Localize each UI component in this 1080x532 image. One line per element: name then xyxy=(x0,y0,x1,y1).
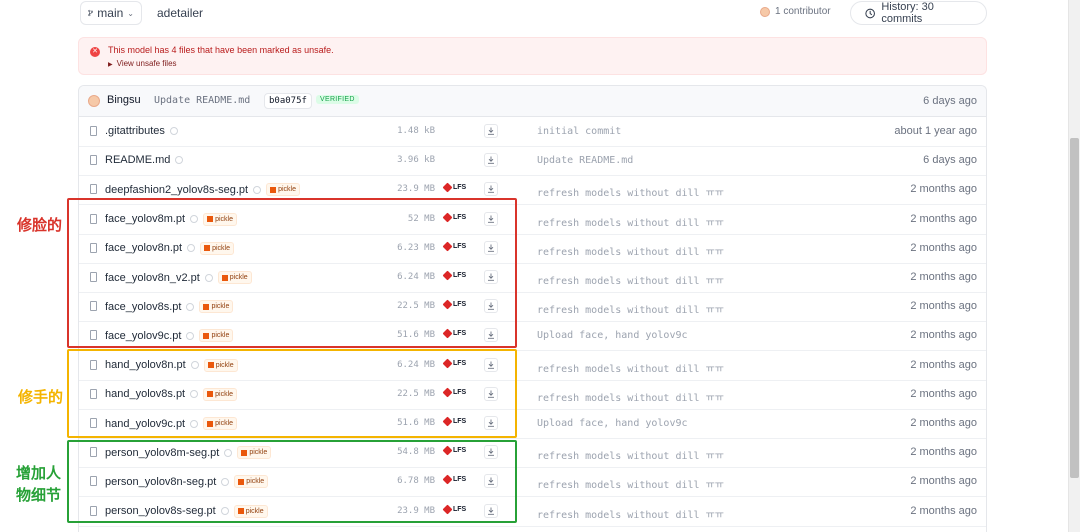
row-commit-date: 2 months ago xyxy=(910,212,977,225)
download-icon xyxy=(488,127,494,135)
download-button[interactable] xyxy=(484,182,498,197)
view-unsafe-files-toggle[interactable]: ▶ View unsafe files xyxy=(108,59,177,68)
info-icon[interactable] xyxy=(175,156,184,165)
repo-name: adetailer xyxy=(157,6,204,20)
chevron-down-icon: ⌄ xyxy=(127,8,134,18)
download-icon xyxy=(488,156,494,164)
file-icon xyxy=(90,155,97,166)
row-commit-message[interactable]: refresh models without dill ㅠㅠ xyxy=(537,389,724,404)
face-models-annotation: 修脸的 xyxy=(17,216,63,234)
row-commit-date: 6 days ago xyxy=(923,154,977,167)
row-commit-message[interactable]: refresh models without dill ㅠㅠ xyxy=(537,184,724,199)
row-commit-date: 2 months ago xyxy=(910,387,977,400)
row-commit-message[interactable]: refresh models without dill ㅠㅠ xyxy=(537,214,724,229)
repo-toolbar: main ⌄ adetailer 1 contributor History: … xyxy=(78,0,987,28)
verified-badge: VERIFIED xyxy=(316,95,359,104)
file-icon xyxy=(90,184,97,195)
row-commit-date: 2 months ago xyxy=(910,504,977,517)
contributors-link[interactable]: 1 contributor xyxy=(760,6,831,17)
file-name-link[interactable]: deepfashion2_yolov8s-seg.pt xyxy=(105,184,248,196)
file-size: 23.9 MB xyxy=(397,184,435,195)
row-commit-message[interactable]: refresh models without dill ㅠㅠ xyxy=(537,243,724,258)
row-commit-message[interactable]: refresh models without dill ㅠㅠ xyxy=(537,476,724,491)
pickle-icon xyxy=(270,186,277,193)
face-models-highlight-box xyxy=(67,198,517,348)
commit-hash[interactable]: b0a075f xyxy=(264,93,312,109)
info-icon[interactable] xyxy=(253,185,262,194)
row-commit-message[interactable]: Update README.md xyxy=(537,155,633,166)
row-commit-date: about 1 year ago xyxy=(894,125,977,137)
git-branch-icon xyxy=(88,9,94,17)
hand-models-annotation: 修手的 xyxy=(18,388,64,406)
download-button[interactable] xyxy=(484,124,498,138)
row-commit-date: 2 months ago xyxy=(910,241,977,254)
file-size: 3.96 kB xyxy=(397,155,435,166)
contributor-avatar xyxy=(760,6,770,17)
row-commit-date: 2 months ago xyxy=(910,183,977,196)
row-commit-date: 2 months ago xyxy=(910,358,977,371)
row-commit-date: 2 months ago xyxy=(910,417,977,429)
lfs-label: LFS xyxy=(453,184,467,192)
clock-icon xyxy=(865,8,875,18)
branch-name: main xyxy=(97,6,124,20)
person-models-highlight-box xyxy=(67,440,517,523)
row-commit-date: 2 months ago xyxy=(910,475,977,488)
row-commit-message[interactable]: Upload face, hand yolov9c xyxy=(537,330,688,341)
contributors-count: 1 contributor xyxy=(775,6,831,17)
commit-message[interactable]: Update README.md xyxy=(154,95,250,106)
file-row[interactable]: README.md 3.96 kB Update README.md 6 days a… xyxy=(79,146,986,177)
last-commit-header: Bingsu Update README.md b0a075f VERIFIED… xyxy=(79,86,986,117)
scrollbar-thumb[interactable] xyxy=(1070,138,1079,478)
file-row[interactable]: .gitattributes 1.48 kB initial commit about… xyxy=(79,117,986,147)
view-unsafe-files-label: View unsafe files xyxy=(116,59,177,68)
info-icon[interactable] xyxy=(169,127,178,135)
download-button[interactable] xyxy=(484,153,498,168)
error-icon: ✕ xyxy=(90,47,100,57)
file-size: 1.48 kB xyxy=(397,126,435,136)
pickle-label: pickle xyxy=(278,186,297,194)
lfs-icon xyxy=(442,182,453,193)
row-commit-message[interactable]: initial commit xyxy=(537,126,621,137)
row-commit-date: 2 months ago xyxy=(910,329,977,342)
row-commit-message[interactable]: refresh models without dill ㅠㅠ xyxy=(537,272,724,287)
file-name-link[interactable]: .gitattributes xyxy=(105,125,165,137)
alert-message: This model has 4 files that have been ma… xyxy=(108,45,334,55)
row-commit-message[interactable]: Upload face, hand yolov9c xyxy=(537,418,688,429)
commit-date: 6 days ago xyxy=(923,95,977,107)
file-name-link[interactable]: README.md xyxy=(105,154,170,166)
row-commit-message[interactable]: refresh models without dill ㅠㅠ xyxy=(537,301,724,316)
row-commit-date: 2 months ago xyxy=(910,446,977,459)
file-name-cell: deepfashion2_yolov8s-seg.pt pickle xyxy=(105,183,301,197)
row-commit-message[interactable]: refresh models without dill ㅠㅠ xyxy=(537,447,724,462)
row-commit-date: 2 months ago xyxy=(910,300,977,313)
branch-selector[interactable]: main ⌄ xyxy=(80,1,142,25)
file-name-cell: .gitattributes xyxy=(105,125,178,137)
download-icon xyxy=(488,185,494,194)
commit-author[interactable]: Bingsu xyxy=(107,94,141,106)
expand-triangle-icon: ▶ xyxy=(108,62,113,68)
history-button[interactable]: History: 30 commits xyxy=(850,1,987,25)
row-commit-message[interactable]: refresh models without dill ㅠㅠ xyxy=(537,506,724,521)
hand-models-highlight-box xyxy=(67,349,517,438)
row-commit-message[interactable]: refresh models without dill ㅠㅠ xyxy=(537,360,724,375)
file-name-cell: README.md xyxy=(105,154,184,166)
row-commit-date: 2 months ago xyxy=(910,271,977,283)
history-label: History: 30 commits xyxy=(881,1,934,25)
unsafe-files-alert: ✕ This model has 4 files that have been … xyxy=(78,37,987,75)
author-avatar xyxy=(88,95,100,107)
person-models-annotation: 增加人物细节 xyxy=(16,464,62,504)
file-icon xyxy=(90,126,97,136)
pickle-badge[interactable]: pickle xyxy=(266,183,301,197)
lfs-badge: LFS xyxy=(442,182,467,193)
